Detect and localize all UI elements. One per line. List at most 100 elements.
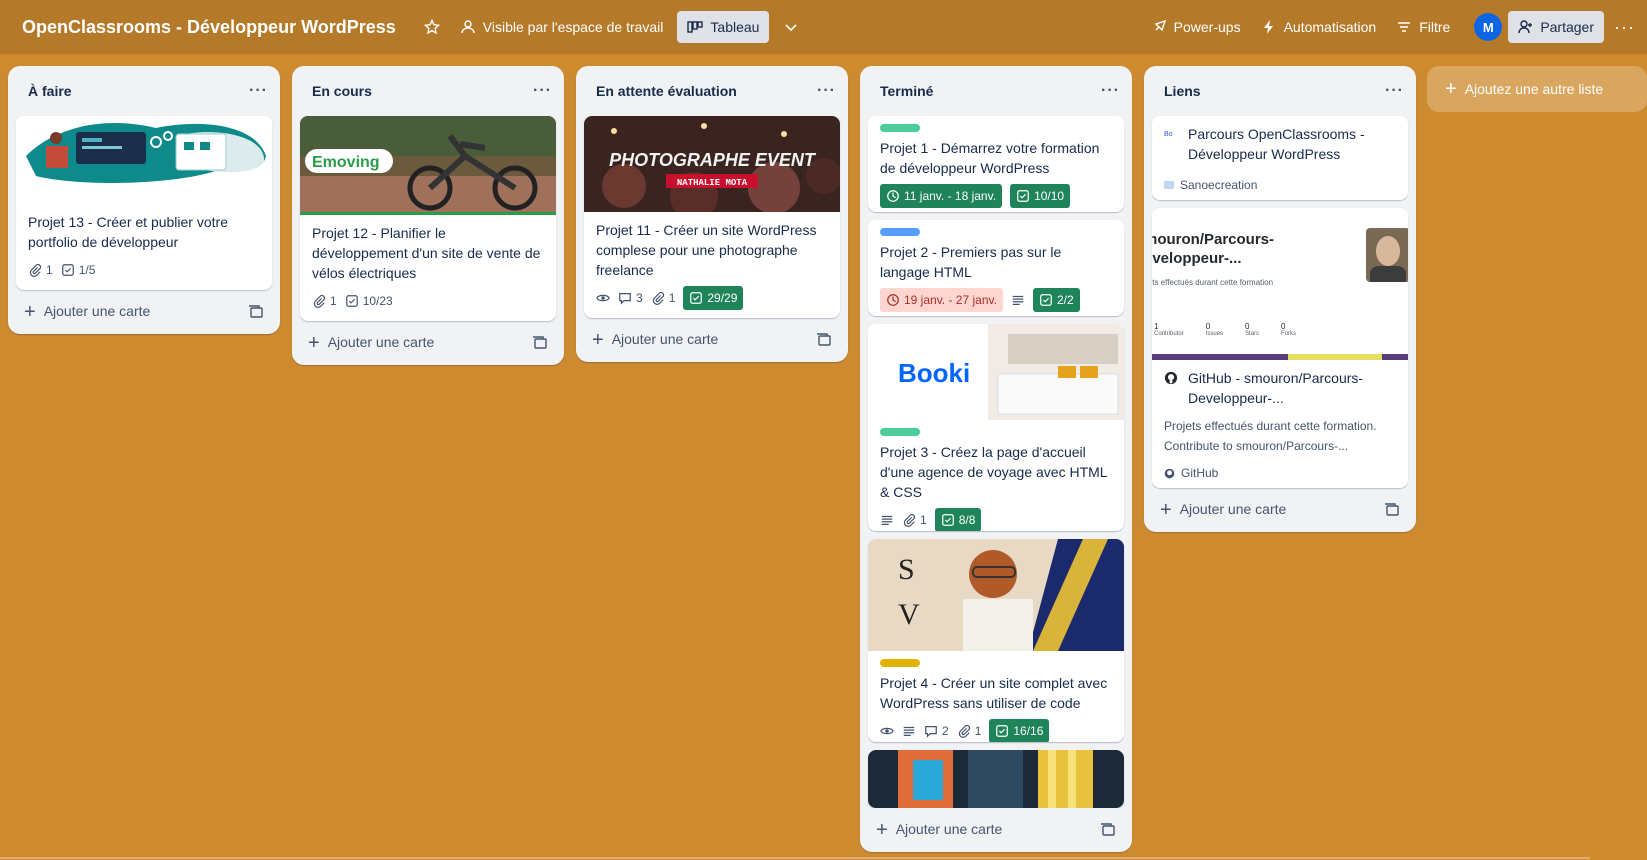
comment-badge: 3 bbox=[618, 286, 643, 310]
cover-brand-text: Emoving bbox=[312, 154, 380, 171]
avatar[interactable]: M bbox=[1474, 13, 1503, 41]
card-projet-11[interactable]: PHOTOGRAPHE EVENT NATHALIE MOTA Projet 1… bbox=[584, 116, 840, 318]
card-projet-4[interactable]: S V Projet 4 - Créer un site complet ave… bbox=[868, 539, 1124, 743]
lightning-icon bbox=[1263, 20, 1273, 34]
comment-icon bbox=[619, 293, 631, 305]
list-menu-icon[interactable]: ··· bbox=[533, 82, 552, 100]
filter-label: Filtre bbox=[1419, 19, 1451, 35]
card-label bbox=[880, 427, 920, 436]
attachment-badge: 1 bbox=[957, 719, 982, 742]
add-card-button[interactable]: + Ajouter une carte bbox=[292, 321, 564, 365]
github-icon bbox=[1164, 371, 1178, 385]
card-link-github[interactable]: mouron/Parcours- eveloppeur-... jets eff… bbox=[1152, 208, 1408, 488]
paperclip-icon bbox=[958, 724, 970, 739]
visibility-label: Visible par l'espace de travail bbox=[482, 19, 664, 35]
card-label bbox=[880, 659, 920, 668]
filter-button[interactable]: Filtre bbox=[1386, 11, 1460, 43]
template-icon[interactable] bbox=[532, 335, 548, 351]
list-menu-icon[interactable]: ··· bbox=[1101, 82, 1120, 100]
powerups-button[interactable]: Power-ups bbox=[1141, 11, 1251, 43]
template-icon[interactable] bbox=[1384, 502, 1400, 518]
board-title[interactable]: OpenClassrooms - Développeur WordPress bbox=[22, 17, 396, 38]
cover-logo-s: S bbox=[898, 553, 915, 586]
view-label: Tableau bbox=[710, 19, 760, 35]
checklist-badge: 2/2 bbox=[1032, 287, 1080, 312]
card-partial[interactable] bbox=[868, 750, 1124, 808]
share-button[interactable]: Partager bbox=[1508, 11, 1605, 43]
plus-icon: + bbox=[592, 328, 604, 351]
card-title: Projet 2 - Premiers pas sur le langage H… bbox=[880, 243, 1062, 280]
card-projet-12[interactable]: Emoving Projet 12 - Planifier le dévelop… bbox=[300, 116, 556, 321]
card-projet-13[interactable]: Projet 13 - Créer et publier votre portf… bbox=[16, 116, 272, 290]
checklist-count: 8/8 bbox=[958, 512, 976, 527]
checklist-badge: 10/10 bbox=[1010, 184, 1071, 208]
template-icon[interactable] bbox=[816, 332, 832, 348]
add-card-button[interactable]: + Ajouter une carte bbox=[8, 290, 280, 334]
description-badge bbox=[902, 719, 916, 742]
plus-icon: + bbox=[1160, 498, 1172, 521]
card-label bbox=[880, 227, 920, 236]
stat-label: Forks bbox=[1281, 331, 1297, 337]
stat-label: Issues bbox=[1205, 331, 1224, 337]
card-title: Projet 3 - Créez la page d'accueil d'une… bbox=[880, 443, 1108, 500]
filter-icon bbox=[1398, 22, 1411, 32]
description-icon bbox=[1012, 295, 1024, 305]
preview-avatar bbox=[1366, 228, 1408, 282]
list-header[interactable]: En cours ··· bbox=[292, 66, 564, 116]
card-projet-1[interactable]: Projet 1 - Démarrez votre formation de d… bbox=[868, 116, 1124, 212]
automation-button[interactable]: Automatisation bbox=[1251, 11, 1387, 43]
card-cover-image: Booki bbox=[868, 323, 1124, 420]
card-link-parcours[interactable]: Bo Parcours OpenClassrooms - Développeur… bbox=[1152, 116, 1408, 200]
star-button[interactable] bbox=[414, 11, 450, 43]
view-switch-button[interactable]: Tableau bbox=[677, 11, 770, 43]
card-projet-2[interactable]: Projet 2 - Premiers pas sur le langage H… bbox=[868, 219, 1124, 316]
list-menu-icon[interactable]: ··· bbox=[249, 82, 268, 100]
list-header[interactable]: Liens ··· bbox=[1144, 66, 1416, 116]
plus-icon: + bbox=[308, 331, 320, 354]
due-date-badge[interactable]: 11 janv. - 18 janv. bbox=[880, 184, 1003, 208]
list-a-faire: À faire ··· Projet 13 - Créer et publier… bbox=[8, 66, 280, 334]
comment-count: 2 bbox=[942, 724, 949, 739]
more-menu-icon[interactable]: ··· bbox=[1614, 17, 1635, 38]
list-header[interactable]: En attente évaluation ··· bbox=[576, 66, 848, 116]
add-card-button[interactable]: + Ajouter une carte bbox=[860, 808, 1132, 852]
link-title: GitHub - smouron/Parcours-Developpeur-..… bbox=[1188, 370, 1364, 406]
clock-icon bbox=[887, 190, 899, 202]
link-source-name: Sanoecreation bbox=[1180, 178, 1258, 192]
list-title: En attente évaluation bbox=[596, 83, 737, 99]
list-en-cours: En cours ··· Emoving Projet 12 - Planifi… bbox=[292, 66, 564, 365]
cover-subtitle-text: NATHALIE MOTA bbox=[677, 178, 748, 188]
template-icon[interactable] bbox=[248, 304, 264, 320]
checklist-count: 2/2 bbox=[1056, 292, 1074, 307]
checklist-badge: 16/16 bbox=[989, 719, 1050, 743]
list-menu-icon[interactable]: ··· bbox=[817, 82, 836, 100]
link-source: Sanoecreation bbox=[1164, 178, 1396, 192]
due-date-badge[interactable]: 19 janv. - 27 janv. bbox=[880, 287, 1003, 312]
add-card-button[interactable]: + Ajouter une carte bbox=[1144, 488, 1416, 532]
horizontal-scrollbar[interactable] bbox=[0, 857, 1590, 859]
paperclip-icon bbox=[29, 263, 42, 277]
list-header[interactable]: Terminé ··· bbox=[860, 66, 1132, 116]
card-cover-image bbox=[16, 116, 272, 204]
card-title: Bo Parcours OpenClassrooms - Développeur… bbox=[1164, 124, 1396, 164]
paperclip-icon bbox=[903, 513, 916, 527]
link-source-name: GitHub bbox=[1181, 466, 1219, 480]
list-title: Terminé bbox=[880, 83, 934, 99]
plus-icon: + bbox=[876, 818, 888, 841]
attachment-count: 1 bbox=[668, 291, 676, 305]
eye-icon bbox=[596, 294, 610, 302]
template-icon[interactable] bbox=[1100, 822, 1116, 838]
source-favicon-icon bbox=[1164, 181, 1174, 189]
card-projet-3[interactable]: Booki Projet 3 - Créez la page d'accueil… bbox=[868, 323, 1124, 532]
list-menu-icon[interactable]: ··· bbox=[1385, 82, 1404, 100]
stat-value: 0 bbox=[1245, 322, 1250, 331]
add-list-button[interactable]: + Ajoutez une autre liste bbox=[1427, 66, 1647, 112]
visibility-button[interactable]: Visible par l'espace de travail bbox=[450, 11, 674, 43]
description-badge bbox=[1011, 288, 1025, 312]
attachment-count: 1 bbox=[974, 724, 982, 739]
description-icon bbox=[903, 726, 915, 737]
add-card-button[interactable]: + Ajouter une carte bbox=[576, 318, 848, 362]
plus-icon: + bbox=[24, 300, 36, 323]
view-dropdown-button[interactable] bbox=[773, 11, 809, 43]
list-header[interactable]: À faire ··· bbox=[8, 66, 280, 116]
